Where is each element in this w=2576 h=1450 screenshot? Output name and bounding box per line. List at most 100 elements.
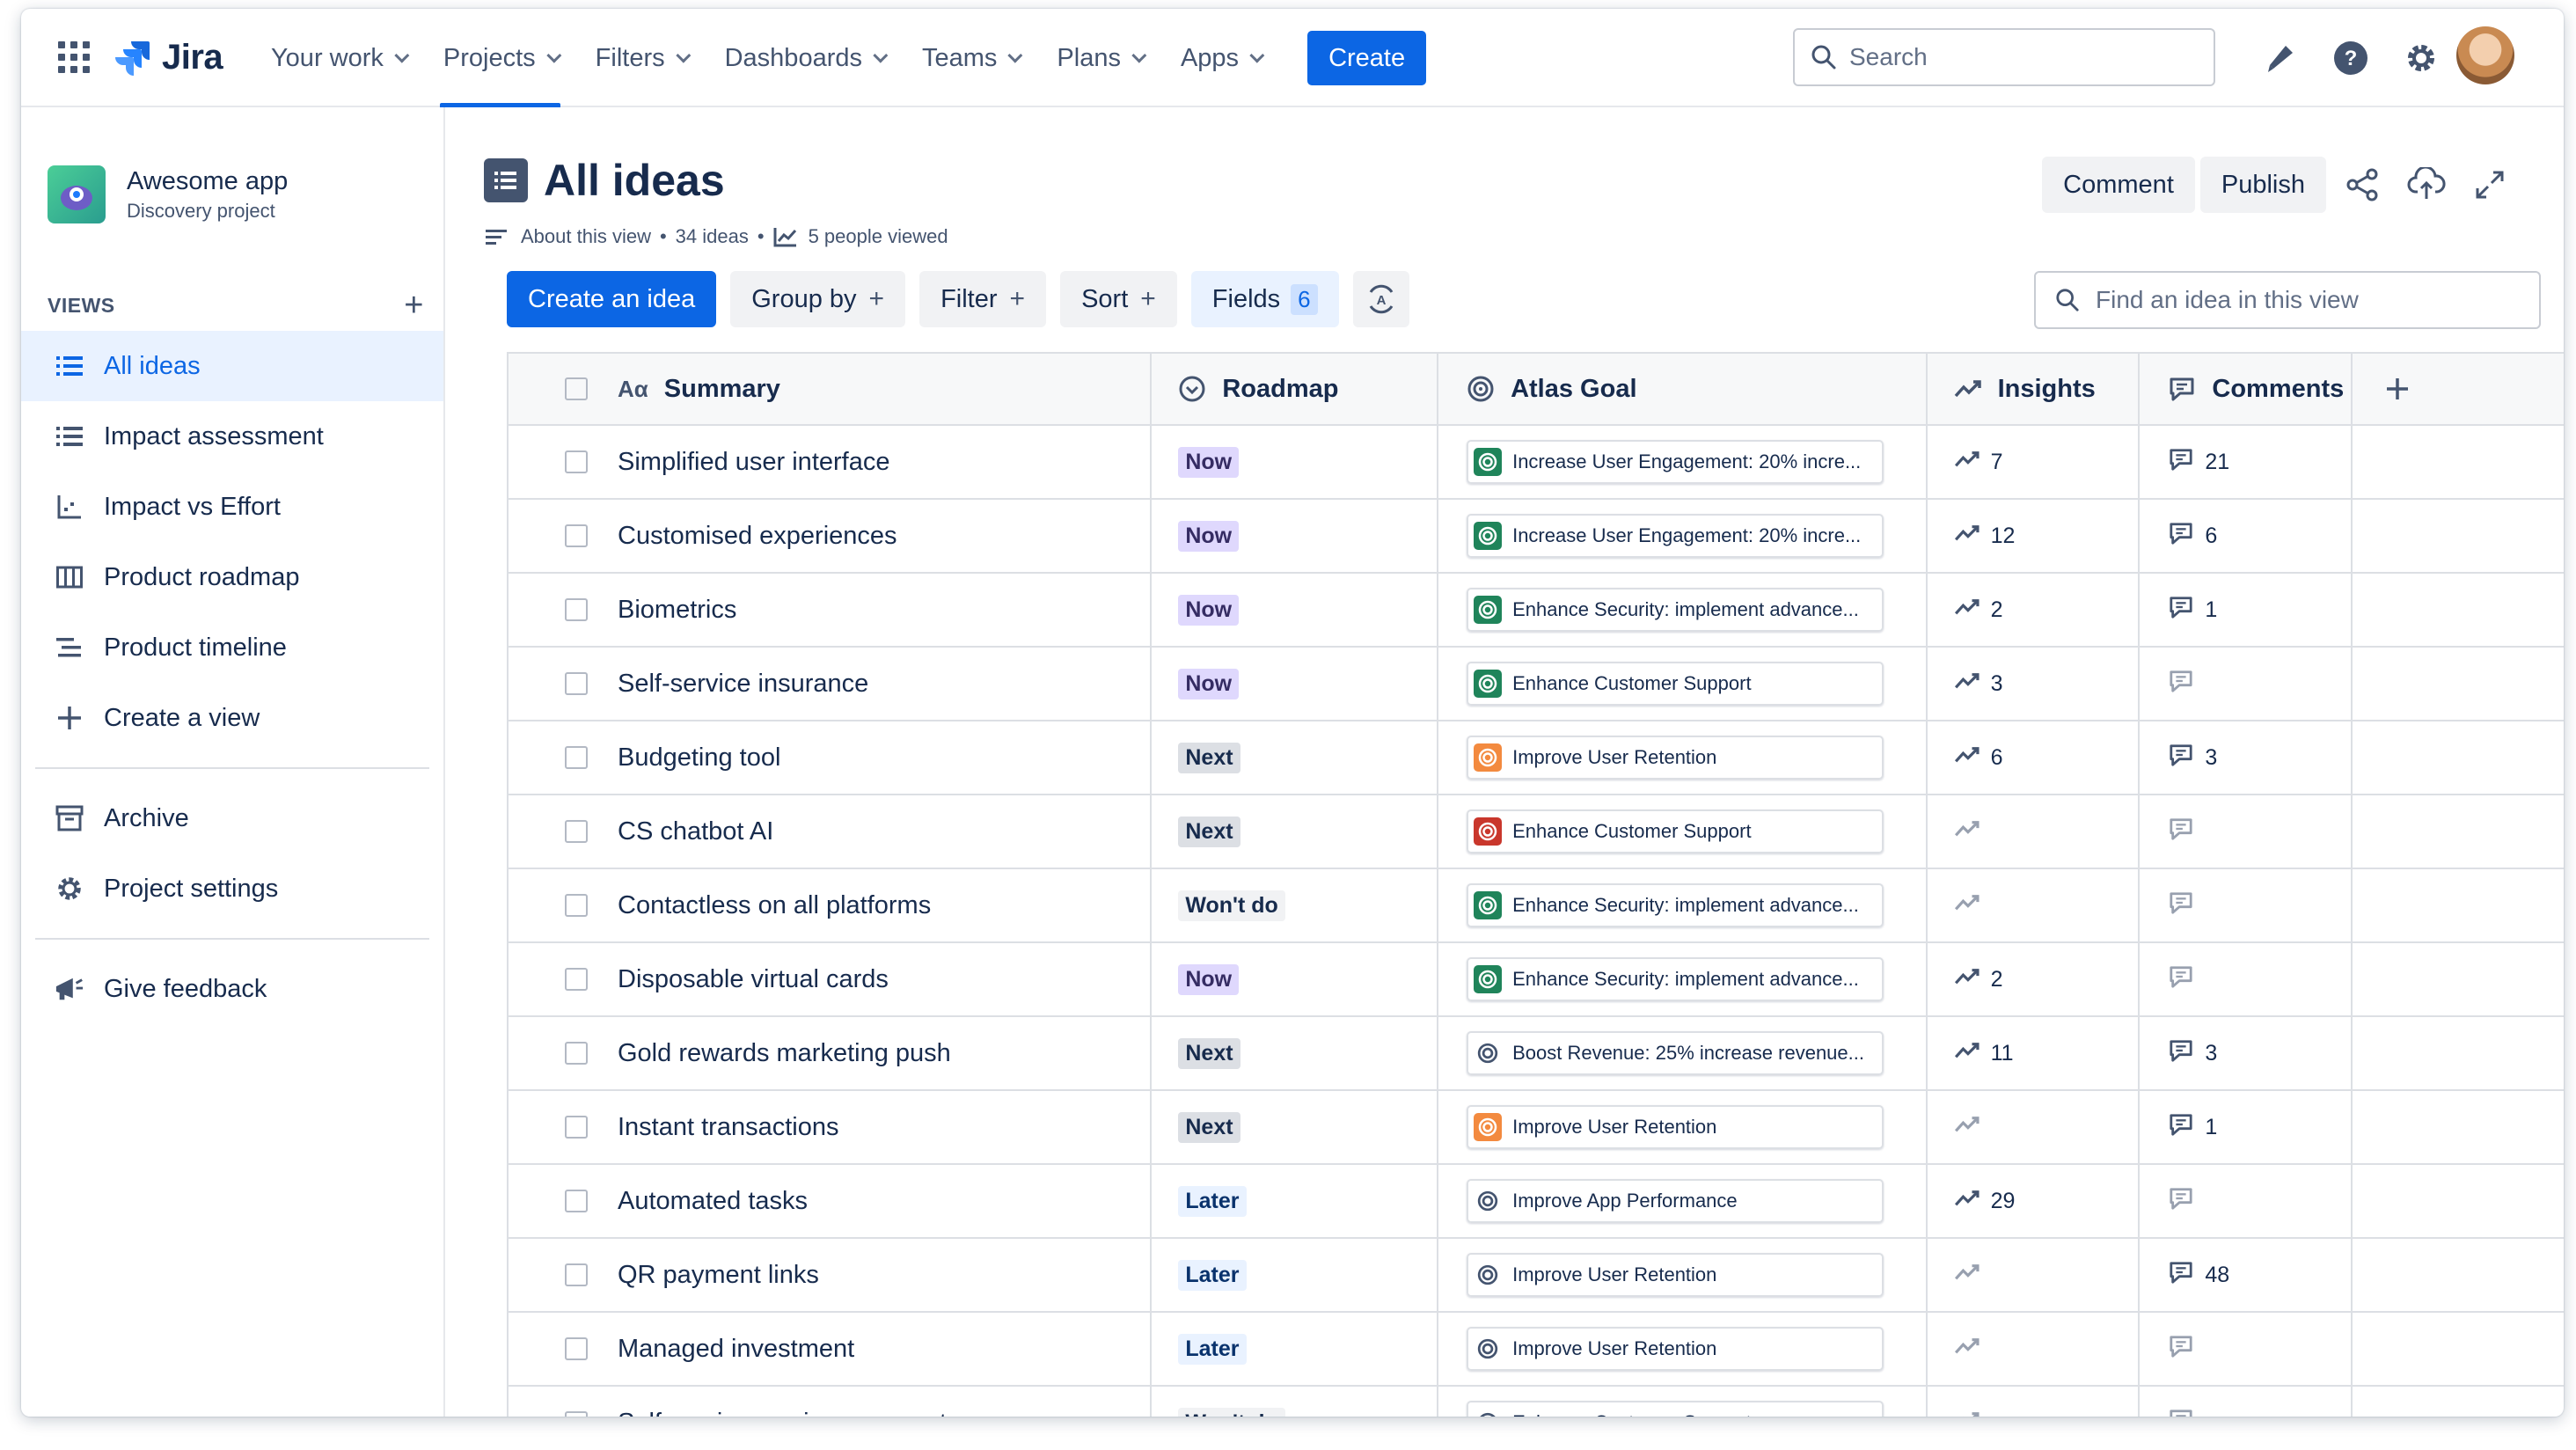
column-header-roadmap[interactable]: Roadmap [1152, 354, 1439, 424]
row-checkbox[interactable] [565, 524, 588, 547]
summary-cell[interactable]: Instant transactions [509, 1091, 1153, 1163]
nav-your-work[interactable]: Your work [252, 9, 424, 107]
summary-cell[interactable]: Disposable virtual cards [509, 943, 1153, 1015]
row-checkbox[interactable] [565, 1042, 588, 1065]
row-checkbox[interactable] [565, 820, 588, 843]
goal-chip[interactable]: Increase User Engagement: 20% incre... [1467, 514, 1884, 558]
row-checkbox[interactable] [565, 1263, 588, 1286]
jira-logo[interactable]: Jira [113, 35, 223, 79]
roadmap-cell[interactable]: Now [1152, 574, 1439, 646]
column-header-atlas-goal[interactable]: Atlas Goal [1438, 354, 1928, 424]
sidebar-item-all-ideas[interactable]: All ideas [21, 331, 443, 401]
summary-cell[interactable]: Biometrics [509, 574, 1153, 646]
comments-cell[interactable] [2140, 1313, 2353, 1385]
insights-cell[interactable] [1928, 1387, 2141, 1417]
comments-cell[interactable]: 3 [2140, 1017, 2353, 1089]
goal-cell[interactable]: Improve User Retention [1438, 1239, 1928, 1311]
user-avatar[interactable] [2456, 26, 2514, 84]
goal-cell[interactable]: Improve User Retention [1438, 1091, 1928, 1163]
goal-chip[interactable]: Enhance Security: implement advance... [1467, 883, 1884, 927]
idea-summary[interactable]: Disposable virtual cards [618, 965, 889, 994]
sidebar-item-archive[interactable]: Archive [21, 783, 443, 853]
comments-cell[interactable]: 21 [2140, 426, 2353, 498]
summary-cell[interactable]: Managed investment [509, 1313, 1153, 1385]
sidebar-item-give-feedback[interactable]: Give feedback [21, 954, 443, 1024]
comments-cell[interactable] [2140, 943, 2353, 1015]
create-idea-button[interactable]: Create an idea [507, 271, 717, 327]
roadmap-cell[interactable]: Next [1152, 1017, 1439, 1089]
roadmap-cell[interactable]: Later [1152, 1313, 1439, 1385]
column-header-insights[interactable]: Insights [1928, 354, 2141, 424]
insights-cell[interactable]: 2 [1928, 574, 2141, 646]
goal-chip[interactable]: Improve User Retention [1467, 1105, 1884, 1149]
goal-cell[interactable]: Improve App Performance [1438, 1165, 1928, 1237]
idea-summary[interactable]: Simplified user interface [618, 448, 889, 477]
idea-summary[interactable]: QR payment links [618, 1261, 819, 1290]
table-row[interactable]: Self service: savings accounts Won't do En… [509, 1387, 2564, 1417]
comments-cell[interactable]: 3 [2140, 721, 2353, 794]
idea-summary[interactable]: Managed investment [618, 1335, 854, 1364]
roadmap-cell[interactable]: Next [1152, 1091, 1439, 1163]
autosort-icon[interactable]: A [1352, 271, 1409, 327]
roadmap-cell[interactable]: Later [1152, 1239, 1439, 1311]
insights-cell[interactable] [1928, 1091, 2141, 1163]
column-header-comments[interactable]: Comments [2140, 354, 2353, 424]
idea-summary[interactable]: Customised experiences [618, 522, 897, 551]
nav-teams[interactable]: Teams [903, 9, 1037, 107]
insights-cell[interactable]: 29 [1928, 1165, 2141, 1237]
about-view-link[interactable]: About this view [521, 225, 651, 248]
sort-button[interactable]: Sort + [1060, 271, 1177, 327]
goal-chip[interactable]: Improve App Performance [1467, 1179, 1884, 1223]
nav-projects[interactable]: Projects [424, 9, 576, 107]
insights-cell[interactable]: 11 [1928, 1017, 2141, 1089]
create-button[interactable]: Create [1307, 31, 1427, 85]
summary-cell[interactable]: Gold rewards marketing push [509, 1017, 1153, 1089]
idea-summary[interactable]: Self-service insurance [618, 670, 868, 699]
comments-cell[interactable] [2140, 869, 2353, 941]
goal-chip[interactable]: Enhance Customer Support [1467, 662, 1884, 706]
goal-chip[interactable]: Enhance Security: implement advance... [1467, 957, 1884, 1001]
sidebar-item-create-view[interactable]: Create a view [21, 683, 443, 753]
find-idea-input[interactable]: Find an idea in this view [2034, 271, 2541, 329]
goal-cell[interactable]: Improve User Retention [1438, 721, 1928, 794]
row-checkbox[interactable] [565, 894, 588, 917]
goal-cell[interactable]: Increase User Engagement: 20% incre... [1438, 426, 1928, 498]
idea-summary[interactable]: Automated tasks [618, 1187, 808, 1216]
table-row[interactable]: Instant transactions Next Improve User Ret… [509, 1091, 2564, 1165]
add-column-icon[interactable] [2384, 376, 2411, 402]
table-row[interactable]: Biometrics Now Enhance Security: implement… [509, 574, 2564, 648]
settings-gear-icon[interactable] [2402, 39, 2441, 77]
roadmap-cell[interactable]: Next [1152, 721, 1439, 794]
fullscreen-icon[interactable] [2458, 157, 2521, 213]
publish-button[interactable]: Publish [2199, 157, 2326, 213]
goal-chip[interactable]: Increase User Engagement: 20% incre... [1467, 440, 1884, 484]
table-row[interactable]: Contactless on all platforms Won't do Enha… [509, 869, 2564, 943]
summary-cell[interactable]: Self-service insurance [509, 648, 1153, 720]
insights-cell[interactable] [1928, 1313, 2141, 1385]
group-by-button[interactable]: Group by + [730, 271, 906, 327]
nav-dashboards[interactable]: Dashboards [706, 9, 903, 107]
row-checkbox[interactable] [565, 598, 588, 621]
add-view-icon[interactable]: + [404, 289, 424, 322]
filter-button[interactable]: Filter + [919, 271, 1047, 327]
summary-cell[interactable]: CS chatbot AI [509, 795, 1153, 868]
global-search-input[interactable]: Search [1793, 28, 2215, 86]
table-row[interactable]: Customised experiences Now Increase User E… [509, 500, 2564, 574]
nav-plans[interactable]: Plans [1037, 9, 1161, 107]
row-checkbox[interactable] [565, 746, 588, 769]
help-icon[interactable]: ? [2331, 39, 2370, 77]
roadmap-cell[interactable]: Now [1152, 426, 1439, 498]
insights-cell[interactable]: 6 [1928, 721, 2141, 794]
insights-cell[interactable] [1928, 795, 2141, 868]
roadmap-cell[interactable]: Later [1152, 1165, 1439, 1237]
goal-chip[interactable]: Enhance Customer Support [1467, 1401, 1884, 1417]
notifications-icon[interactable] [2261, 39, 2300, 77]
goal-chip[interactable]: Enhance Security: implement advance... [1467, 588, 1884, 632]
summary-cell[interactable]: Customised experiences [509, 500, 1153, 572]
roadmap-cell[interactable]: Won't do [1152, 869, 1439, 941]
comments-cell[interactable]: 6 [2140, 500, 2353, 572]
goal-chip[interactable]: Improve User Retention [1467, 736, 1884, 780]
insights-cell[interactable] [1928, 869, 2141, 941]
row-checkbox[interactable] [565, 672, 588, 695]
goal-chip[interactable]: Improve User Retention [1467, 1253, 1884, 1297]
